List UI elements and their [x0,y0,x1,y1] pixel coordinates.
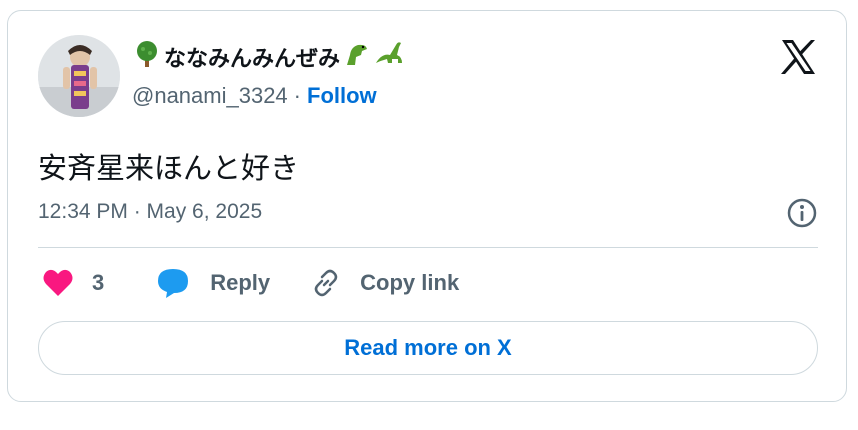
separator-dot: · [293,83,301,108]
like-button[interactable]: 3 [42,268,156,298]
tweet-timestamp[interactable]: 12:34 PM · May 6, 2025 [38,200,262,224]
x-logo-icon[interactable] [778,37,818,77]
author-display-name: ななみんみんぜみ [164,47,341,72]
author-name-row[interactable]: ななみんみんぜみ [132,39,408,75]
follow-link[interactable]: Follow [307,83,377,109]
embedded-tweet-card: ななみんみんぜみ @nanami_3324 · Follow 安斉星来ほんと好き [7,10,847,402]
avatar-image [38,35,120,117]
t-rex-icon [342,39,372,75]
info-icon[interactable] [786,197,818,229]
author-handle[interactable]: @nanami_3324 [132,83,288,109]
read-more-button[interactable]: Read more on X [38,321,818,375]
tweet-text: 安斉星来ほんと好き [38,151,300,185]
like-count: 3 [92,270,105,295]
sauropod-icon [374,39,408,75]
link-icon [310,267,342,299]
copy-link-label: Copy link [360,270,460,295]
heart-icon [42,268,74,298]
avatar[interactable] [38,35,120,117]
tree-icon [132,39,162,75]
reply-label: Reply [210,270,271,295]
author-handle-row: @nanami_3324 · Follow [132,83,377,109]
reply-button[interactable]: Reply [156,267,310,299]
action-bar: 3 Reply Copy link [42,267,459,299]
divider [38,247,818,248]
reply-bubble-icon [156,267,190,299]
read-more-label: Read more on X [344,335,512,360]
copy-link-button[interactable]: Copy link [310,267,459,299]
